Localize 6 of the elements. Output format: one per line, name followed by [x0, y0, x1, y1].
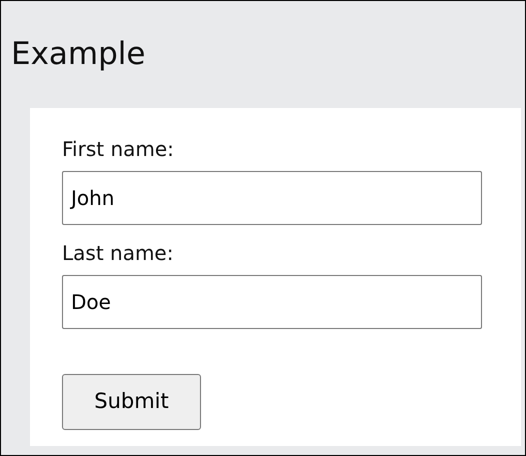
- submit-button[interactable]: Submit: [62, 374, 201, 430]
- field-label: First name:: [62, 136, 175, 163]
- text-field[interactable]: Doe: [62, 275, 482, 329]
- field-label: Last name:: [62, 240, 174, 267]
- page-title: Example: [11, 35, 146, 74]
- text-field[interactable]: John: [62, 171, 482, 225]
